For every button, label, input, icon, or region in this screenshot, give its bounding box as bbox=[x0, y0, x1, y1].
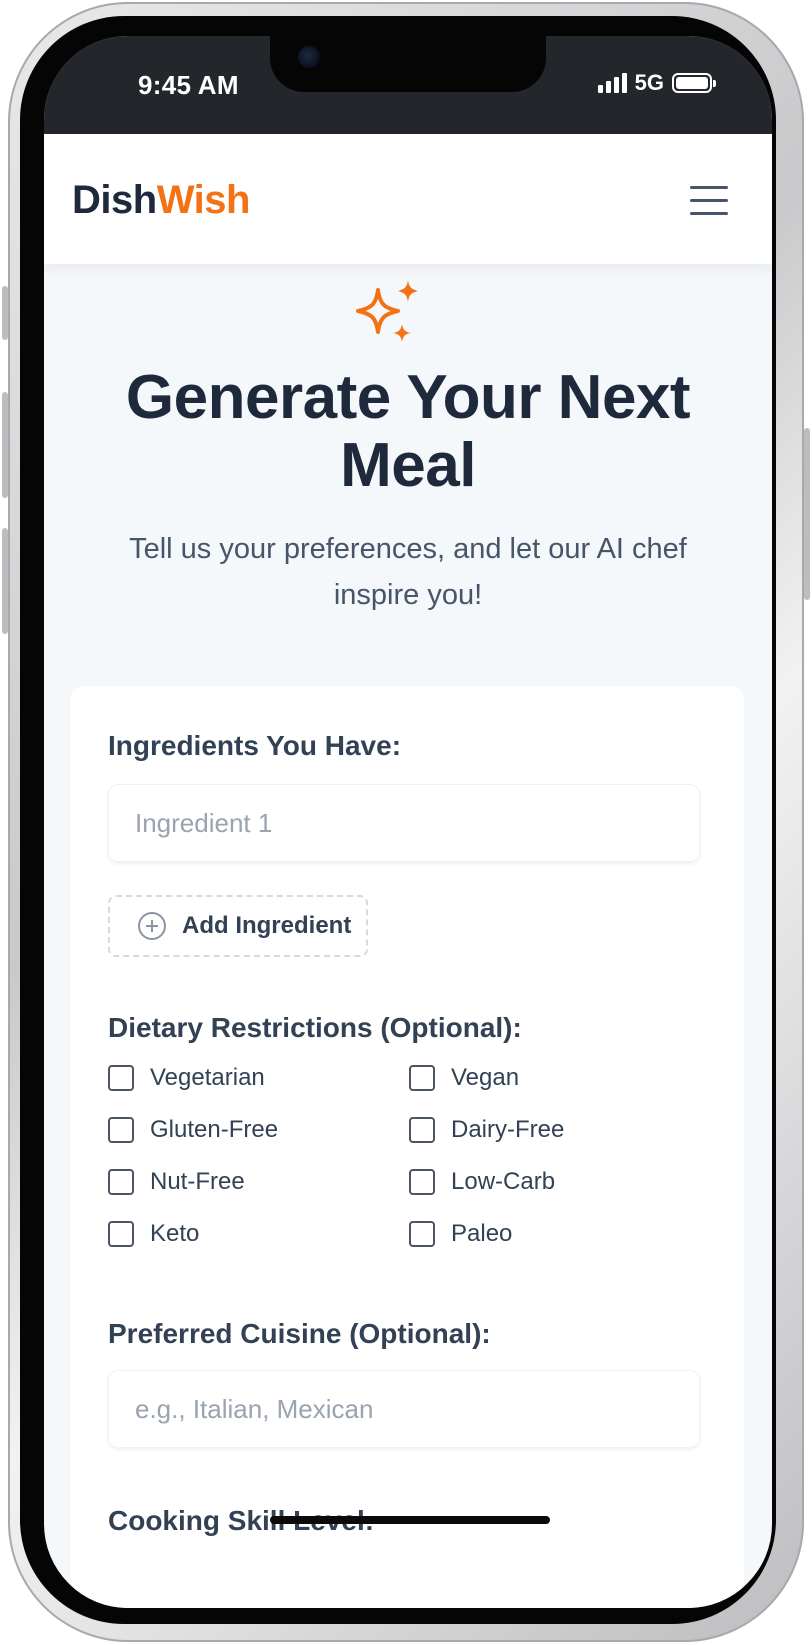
dietary-restrictions-label: Dietary Restrictions (Optional): bbox=[108, 1012, 522, 1043]
home-indicator[interactable] bbox=[270, 1516, 550, 1524]
checkbox-dairy-free[interactable]: Dairy-Free bbox=[409, 1116, 564, 1144]
ingredients-label: Ingredients You Have: bbox=[108, 730, 402, 761]
checkbox-label: Dairy-Free bbox=[451, 1116, 565, 1143]
status-indicators: 5G bbox=[597, 70, 716, 96]
status-time: 9:45 AM bbox=[138, 70, 239, 100]
phone-volume-down-button bbox=[2, 528, 8, 634]
network-type: 5G bbox=[634, 70, 664, 95]
preferred-cuisine-label: Preferred Cuisine (Optional): bbox=[108, 1318, 491, 1349]
phone-screen: 9:45 AM 5G DishWish Generate Your Next M… bbox=[44, 36, 772, 1608]
checkbox-low-carb[interactable]: Low-Carb bbox=[409, 1168, 555, 1196]
phone-volume-up-button bbox=[2, 392, 8, 498]
checkbox-label: Vegan bbox=[451, 1064, 520, 1091]
checkbox-box[interactable] bbox=[409, 1221, 435, 1247]
hamburger-menu-icon[interactable] bbox=[690, 186, 728, 216]
checkbox-label: Vegetarian bbox=[150, 1064, 265, 1091]
sparkles-icon bbox=[356, 280, 418, 342]
checkbox-box[interactable] bbox=[409, 1065, 435, 1091]
status-bar: 9:45 AM 5G bbox=[44, 36, 772, 134]
ingredient-input[interactable] bbox=[108, 784, 700, 862]
checkbox-vegetarian[interactable]: Vegetarian bbox=[108, 1064, 265, 1092]
battery-level bbox=[676, 77, 708, 89]
signal-icon bbox=[597, 73, 627, 93]
cuisine-input[interactable] bbox=[108, 1370, 700, 1448]
checkbox-gluten-free[interactable]: Gluten-Free bbox=[108, 1116, 278, 1144]
checkbox-label: Nut-Free bbox=[150, 1168, 245, 1195]
checkbox-box[interactable] bbox=[108, 1169, 134, 1195]
page-subtitle: Tell us your preferences, and let our AI… bbox=[129, 533, 687, 611]
page-title: Generate Your Next Meal bbox=[125, 363, 691, 500]
checkbox-vegan[interactable]: Vegan bbox=[409, 1064, 519, 1092]
checkbox-box[interactable] bbox=[108, 1117, 134, 1143]
checkbox-label: Paleo bbox=[451, 1220, 513, 1247]
meal-generator-form: Ingredients You Have: Add Ingredient Die… bbox=[70, 686, 744, 1608]
phone-power-button bbox=[804, 428, 810, 600]
app-header: DishWish bbox=[44, 134, 772, 264]
brand-logo[interactable]: DishWish bbox=[72, 178, 250, 223]
plus-circle-icon bbox=[138, 912, 166, 940]
checkbox-paleo[interactable]: Paleo bbox=[409, 1220, 512, 1248]
brand-name-part1: Dish bbox=[72, 178, 157, 222]
brand-name-part2: Wish bbox=[156, 178, 251, 222]
front-camera bbox=[298, 46, 320, 68]
checkbox-box[interactable] bbox=[108, 1221, 134, 1247]
checkbox-nut-free[interactable]: Nut-Free bbox=[108, 1168, 245, 1196]
phone-action-button bbox=[2, 286, 8, 340]
checkbox-box[interactable] bbox=[108, 1065, 134, 1091]
add-ingredient-button[interactable]: Add Ingredient bbox=[108, 895, 368, 957]
add-ingredient-label: Add Ingredient bbox=[182, 912, 352, 939]
battery-icon bbox=[672, 73, 716, 93]
notch bbox=[270, 36, 546, 92]
checkbox-label: Low-Carb bbox=[451, 1168, 556, 1195]
checkbox-label: Gluten-Free bbox=[150, 1116, 279, 1143]
checkbox-label: Keto bbox=[150, 1220, 200, 1247]
checkbox-keto[interactable]: Keto bbox=[108, 1220, 199, 1248]
checkbox-box[interactable] bbox=[409, 1169, 435, 1195]
checkbox-box[interactable] bbox=[409, 1117, 435, 1143]
